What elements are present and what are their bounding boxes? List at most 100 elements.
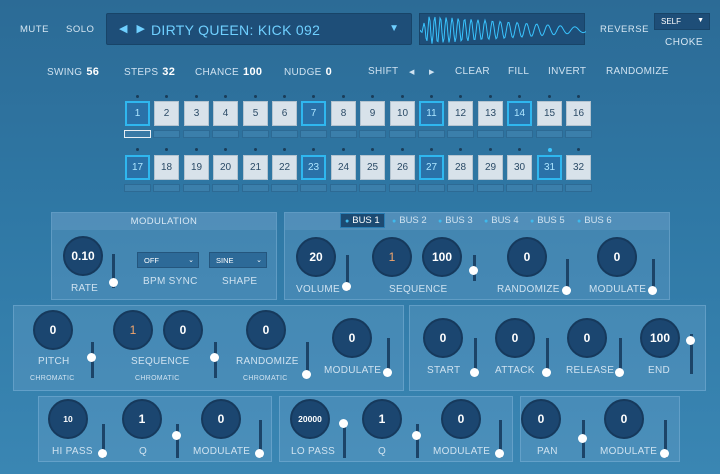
step-velocity-bar[interactable] [418,184,445,192]
step-button-7[interactable]: 7 [301,101,326,126]
step-velocity-bar[interactable] [359,184,386,192]
hipass-freq-knob[interactable]: 10 [48,399,88,439]
step-button-32[interactable]: 32 [566,155,591,180]
step-button-16[interactable]: 16 [566,101,591,126]
steps-param[interactable]: STEPS 32 [124,66,175,78]
shape-select[interactable]: SINE ⌄ [209,252,267,268]
bpm-sync-select[interactable]: OFF ⌄ [137,252,199,268]
start-knob[interactable]: 0 [423,318,463,358]
volume-knob[interactable]: 20 [296,237,336,277]
step-button-19[interactable]: 19 [184,155,209,180]
pitch-slider-handle[interactable] [87,353,96,362]
step-button-10[interactable]: 10 [390,101,415,126]
step-velocity-bar[interactable] [536,130,563,138]
step-velocity-bar[interactable] [300,184,327,192]
fill-button[interactable]: FILL [508,66,529,77]
step-velocity-bar[interactable] [506,184,533,192]
step-velocity-bar[interactable] [536,184,563,192]
step-velocity-bar[interactable] [330,130,357,138]
pitch-randomize-knob[interactable]: 0 [246,310,286,350]
reverse-button[interactable]: REVERSE [600,24,649,35]
lopass-q-slider-track[interactable] [416,424,419,458]
step-velocity-bar[interactable] [124,184,151,192]
step-button-28[interactable]: 28 [448,155,473,180]
attack-knob[interactable]: 0 [495,318,535,358]
swing-param[interactable]: SWING 56 [47,66,99,78]
bus-randomize-slider-handle[interactable] [562,286,571,295]
step-velocity-bar[interactable] [242,130,269,138]
hipass-mod-knob[interactable]: 0 [201,399,241,439]
lopass-q-slider-handle[interactable] [412,431,421,440]
start-slider-handle[interactable] [470,368,479,377]
step-velocity-bar[interactable] [153,184,180,192]
choke-button[interactable]: CHOKE [665,37,703,48]
step-velocity-bar[interactable] [242,184,269,192]
step-velocity-bar[interactable] [447,184,474,192]
step-button-29[interactable]: 29 [478,155,503,180]
step-velocity-bar[interactable] [359,130,386,138]
step-velocity-bar[interactable] [565,184,592,192]
volume-slider-handle[interactable] [342,282,351,291]
lopass-freq-slider-handle[interactable] [339,419,348,428]
bus-tab-5[interactable]: ● BUS 5 [530,215,565,226]
lopass-mod-slider-handle[interactable] [495,449,504,458]
step-button-13[interactable]: 13 [478,101,503,126]
pitch-sequence-end-knob[interactable]: 0 [163,310,203,350]
step-button-12[interactable]: 12 [448,101,473,126]
step-velocity-bar[interactable] [183,130,210,138]
step-button-26[interactable]: 26 [390,155,415,180]
pan-slider-handle[interactable] [578,434,587,443]
preset-selector[interactable]: ◀ ▶ DIRTY QUEEN: KICK 092 ▼ [106,13,412,45]
solo-button[interactable]: SOLO [66,24,94,35]
step-button-21[interactable]: 21 [243,155,268,180]
step-velocity-bar[interactable] [212,184,239,192]
step-velocity-bar[interactable] [153,130,180,138]
randomize-button[interactable]: RANDOMIZE [606,66,669,77]
bus-tab-4[interactable]: ● BUS 4 [484,215,519,226]
step-button-6[interactable]: 6 [272,101,297,126]
step-button-27[interactable]: 27 [419,155,444,180]
pitch-knob[interactable]: 0 [33,310,73,350]
rate-slider-handle[interactable] [109,278,118,287]
bus-sequence-start-knob[interactable]: 1 [372,237,412,277]
bus-modulate-slider-handle[interactable] [648,286,657,295]
mute-button[interactable]: MUTE [20,24,49,35]
chance-param[interactable]: CHANCE 100 [195,66,262,78]
step-button-4[interactable]: 4 [213,101,238,126]
bus-randomize-knob[interactable]: 0 [507,237,547,277]
pan-knob[interactable]: 0 [521,399,561,439]
step-velocity-bar[interactable] [477,184,504,192]
lopass-mod-knob[interactable]: 0 [441,399,481,439]
chevron-down-icon[interactable]: ▼ [389,23,399,34]
step-button-15[interactable]: 15 [537,101,562,126]
step-button-5[interactable]: 5 [243,101,268,126]
bus-tab-6[interactable]: ● BUS 6 [577,215,612,226]
step-button-9[interactable]: 9 [360,101,385,126]
bus-modulate-knob[interactable]: 0 [597,237,637,277]
bus-tab-1[interactable]: ● BUS 1 [340,213,385,228]
step-button-30[interactable]: 30 [507,155,532,180]
pitch-randomize-slider-handle[interactable] [302,370,311,379]
release-knob[interactable]: 0 [567,318,607,358]
step-button-3[interactable]: 3 [184,101,209,126]
end-knob[interactable]: 100 [640,318,680,358]
invert-button[interactable]: INVERT [548,66,586,77]
bus-sequence-end-knob[interactable]: 100 [422,237,462,277]
lopass-q-knob[interactable]: 1 [362,399,402,439]
end-slider-handle[interactable] [686,336,695,345]
step-velocity-bar[interactable] [565,130,592,138]
step-velocity-bar[interactable] [300,130,327,138]
hipass-mod-slider-handle[interactable] [255,449,264,458]
step-velocity-bar[interactable] [477,130,504,138]
step-button-31[interactable]: 31 [537,155,562,180]
step-velocity-bar[interactable] [124,130,151,138]
step-button-22[interactable]: 22 [272,155,297,180]
step-velocity-bar[interactable] [330,184,357,192]
step-button-2[interactable]: 2 [154,101,179,126]
nudge-param[interactable]: NUDGE 0 [284,66,332,78]
pitch-sequence-start-knob[interactable]: 1 [113,310,153,350]
choke-group-select[interactable]: SELF ▼ [654,13,710,30]
preset-nav-arrows-icon[interactable]: ◀ ▶ [119,22,148,35]
step-button-8[interactable]: 8 [331,101,356,126]
step-velocity-bar[interactable] [271,130,298,138]
